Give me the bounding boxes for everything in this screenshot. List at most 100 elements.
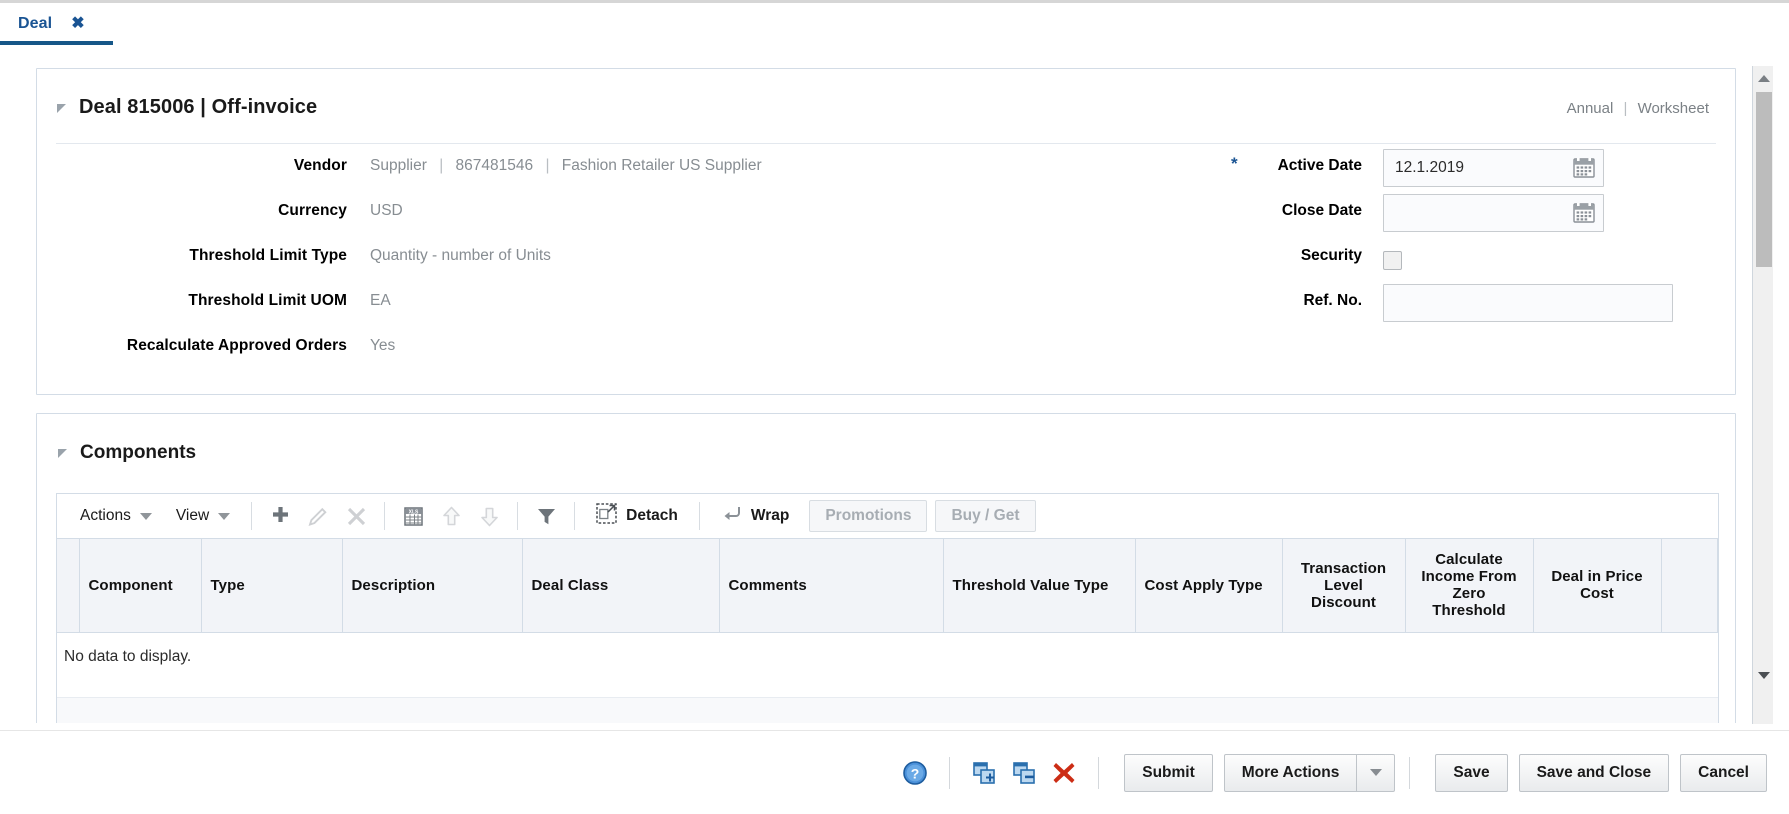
close-date-input[interactable]	[1383, 194, 1604, 232]
field-threshold-limit-type-label: Threshold Limit Type	[189, 247, 347, 264]
field-ref-no: Ref. No.	[1112, 279, 1732, 324]
pencil-icon	[299, 500, 337, 532]
wrap-label: Wrap	[750, 507, 790, 524]
plus-icon[interactable]	[261, 500, 299, 532]
components-section-header[interactable]: Components	[37, 414, 1735, 470]
field-close-date: Close Date	[1112, 189, 1732, 234]
ref-no-input[interactable]	[1383, 284, 1673, 322]
view-menu-button[interactable]: View	[164, 500, 242, 532]
calendar-icon[interactable]	[1573, 157, 1595, 179]
more-actions-button[interactable]: More Actions	[1223, 753, 1358, 792]
col-calculate-income-from-zero-threshold[interactable]: Calculate Income From Zero Threshold	[1405, 539, 1534, 633]
vendor-sep-2: |	[545, 157, 550, 174]
field-threshold-limit-type-value: Quantity - number of Units	[370, 247, 551, 264]
promotions-label: Promotions	[825, 507, 912, 524]
tab-deal-label: Deal	[18, 14, 53, 32]
vendor-type: Supplier	[370, 157, 427, 174]
scroll-down-icon[interactable]	[1753, 665, 1774, 686]
toolbar-divider	[698, 502, 700, 530]
toolbar-divider	[517, 502, 519, 530]
close-icon[interactable]: ✖	[71, 15, 84, 32]
col-transaction-level-discount[interactable]: Transaction Level Discount	[1282, 539, 1406, 633]
cancel-button[interactable]: Cancel	[1680, 753, 1767, 792]
collapse-triangle-icon[interactable]	[57, 104, 66, 113]
col-deal-in-price-cost[interactable]: Deal in Price Cost	[1533, 539, 1662, 633]
actions-menu-button[interactable]: Actions	[68, 500, 164, 532]
field-threshold-limit-uom-value: EA	[370, 292, 391, 309]
table-header-row: Component Type Description Deal Class Co…	[57, 539, 1718, 633]
collapse-triangle-icon[interactable]	[58, 449, 67, 458]
toolbar-divider	[574, 502, 576, 530]
field-security-label-wrap: Security	[1112, 234, 1362, 265]
svg-text:?: ?	[911, 765, 920, 781]
main-content-pane: Deal 815006 | Off-invoice Annual | Works…	[36, 68, 1754, 723]
col-description[interactable]: Description	[342, 539, 523, 633]
field-threshold-limit-uom: Threshold Limit UOM EA	[37, 279, 937, 324]
deal-section-header[interactable]: Deal 815006 | Off-invoice	[37, 69, 1735, 126]
footer-divider	[1409, 756, 1411, 789]
field-recalculate-approved-orders-label: Recalculate Approved Orders	[126, 337, 347, 354]
add-record-icon[interactable]	[964, 753, 1004, 793]
promotions-button: Promotions	[809, 500, 928, 532]
arrow-down-icon[interactable]	[470, 500, 508, 532]
calendar-icon[interactable]	[1573, 202, 1595, 224]
components-panel: Components Actions View XLS Detach Wrap …	[36, 413, 1736, 723]
save-label: Save	[1453, 763, 1490, 781]
wrap-button[interactable]: Wrap	[709, 500, 801, 532]
save-button[interactable]: Save	[1435, 753, 1508, 792]
submit-label: Submit	[1142, 763, 1195, 781]
col-component[interactable]: Component	[79, 539, 202, 633]
field-currency-label: Currency	[278, 202, 347, 219]
vendor-name: Fashion Retailer US Supplier	[561, 157, 762, 174]
scroll-up-icon[interactable]	[1753, 68, 1774, 89]
chevron-down-icon	[1369, 769, 1382, 776]
active-date-input[interactable]	[1383, 149, 1604, 187]
export-to-excel-icon[interactable]: XLS	[394, 500, 432, 532]
toolbar-divider	[384, 502, 386, 530]
field-ref-no-control	[1362, 279, 1673, 322]
field-security: Security	[1112, 234, 1732, 279]
funnel-icon[interactable]	[527, 500, 565, 532]
field-threshold-limit-type: Threshold Limit Type Quantity - number o…	[37, 234, 937, 279]
detach-icon	[596, 503, 617, 529]
scrollbar-thumb[interactable]	[1756, 92, 1772, 267]
security-checkbox[interactable]	[1383, 251, 1402, 270]
detach-label: Detach	[626, 507, 678, 524]
cancel-label: Cancel	[1698, 763, 1749, 781]
submit-button[interactable]: Submit	[1124, 753, 1213, 792]
col-cost-apply-type[interactable]: Cost Apply Type	[1135, 539, 1283, 633]
tab-deal[interactable]: Deal ✖	[0, 6, 113, 45]
field-active-date-control	[1362, 144, 1604, 187]
page-title: Deal 815006 | Off-invoice	[79, 96, 318, 118]
vendor-sep-1: |	[439, 157, 444, 174]
col-comments[interactable]: Comments	[719, 539, 944, 633]
save-and-close-button[interactable]: Save and Close	[1518, 753, 1670, 792]
toolbar-divider	[251, 502, 253, 530]
delete-red-x-icon[interactable]	[1044, 753, 1084, 793]
components-table: Component Type Description Deal Class Co…	[57, 539, 1718, 633]
save-and-close-label: Save and Close	[1536, 763, 1652, 781]
chevron-down-icon	[139, 512, 152, 520]
field-vendor: Vendor Supplier | 867481546 | Fashion Re…	[37, 144, 937, 189]
remove-record-icon[interactable]	[1004, 753, 1044, 793]
table-filler-area	[57, 696, 1718, 723]
footer-divider	[949, 756, 951, 789]
x-icon	[337, 500, 375, 532]
col-type[interactable]: Type	[201, 539, 343, 633]
col-deal-class[interactable]: Deal Class	[522, 539, 720, 633]
field-vendor-label: Vendor	[293, 157, 347, 174]
components-toolbar: Actions View XLS Detach Wrap Promotions …	[57, 494, 1718, 539]
field-close-date-control	[1362, 189, 1604, 232]
page-scrollbar[interactable]	[1752, 66, 1773, 724]
actions-menu-label: Actions	[80, 507, 131, 524]
field-active-date: * Active Date	[1112, 144, 1732, 189]
arrow-up-icon[interactable]	[432, 500, 470, 532]
more-actions-dropdown-toggle[interactable]	[1357, 753, 1396, 792]
col-threshold-value-type[interactable]: Threshold Value Type	[943, 539, 1136, 633]
help-icon[interactable]: ?	[895, 753, 935, 793]
col-filler	[1661, 539, 1718, 633]
field-currency-value: USD	[370, 202, 403, 219]
detach-button[interactable]: Detach	[584, 500, 690, 532]
chevron-down-icon	[218, 512, 231, 520]
svg-text:XLS: XLS	[408, 509, 418, 515]
